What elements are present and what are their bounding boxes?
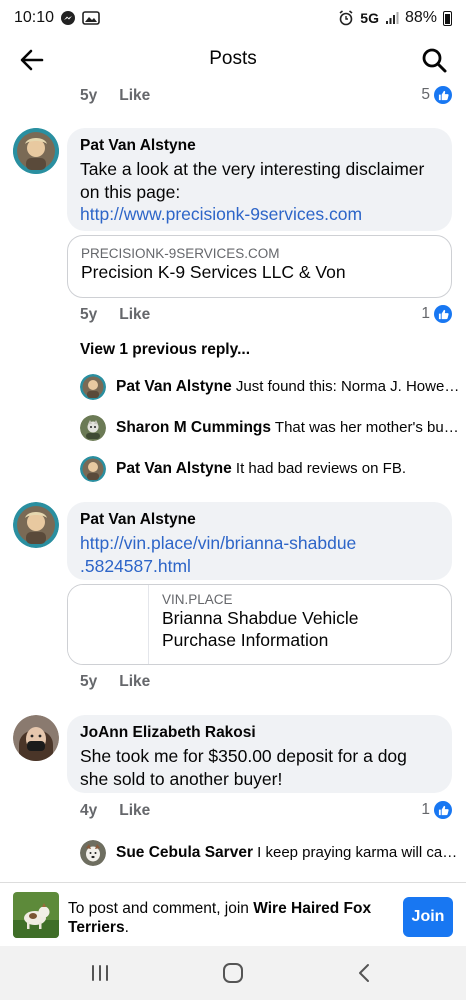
avatar[interactable] [13, 715, 59, 761]
nav-back-icon[interactable] [352, 960, 378, 986]
link-domain: PRECISIONK-9SERVICES.COM [81, 246, 280, 261]
like-link[interactable]: Like [119, 87, 150, 105]
reply-text: Sue Cebula Sarver I keep praying karma w… [116, 844, 460, 862]
avatar[interactable] [13, 128, 59, 174]
network-label: 5G [360, 10, 379, 26]
comment-bubble[interactable]: Pat Van Alstyne Take a look at the very … [67, 128, 452, 231]
link-title: Brianna Shabdue Vehicle Purchase Informat… [162, 607, 442, 651]
reply-author[interactable]: Sue Cebula Sarver [116, 844, 253, 861]
thumbs-up-icon [434, 305, 452, 323]
avatar[interactable] [80, 415, 106, 441]
comment-time: 4y [80, 802, 98, 819]
reply-body: That was her mother's bu… [274, 419, 459, 436]
page-title: Posts [209, 48, 257, 69]
reply-text: Sharon M Cummings That was her mother's … [116, 419, 460, 437]
reaction-summary[interactable]: 5 [421, 86, 452, 104]
reply-author[interactable]: Sharon M Cummings [116, 419, 271, 436]
arrow-left-icon[interactable] [18, 46, 46, 74]
comment-meta: 5y Like [80, 306, 150, 324]
commenter-name[interactable]: Pat Van Alstyne [80, 137, 440, 155]
comment-meta: 5y Like [80, 673, 150, 691]
reply-row[interactable]: Pat Van Alstyne It had bad reviews on FB… [80, 456, 460, 482]
like-link[interactable]: Like [119, 306, 150, 324]
link-line: .5824587.html [80, 555, 191, 576]
comments-feed[interactable]: 5y Like 5 Pat Van Alstyne Take a look at… [0, 82, 466, 882]
join-suffix: . [124, 919, 129, 936]
commenter-name[interactable]: JoAnn Elizabeth Rakosi [80, 724, 440, 742]
link-title: Precision K-9 Services LLC & Von [81, 262, 346, 282]
system-nav-bar [0, 946, 466, 1000]
comment-meta: 5y Like [80, 87, 150, 105]
status-time: 10:10 [14, 9, 55, 26]
link-title-line: Purchase Information [162, 630, 329, 650]
app-header: Posts [0, 36, 466, 82]
reply-text: Pat Van Alstyne Just found this: Norma J… [116, 378, 460, 396]
comment-line: she sold to another buyer! [80, 768, 283, 789]
like-link[interactable]: Like [119, 802, 150, 820]
reply-body: I keep praying karma will cat… [257, 844, 460, 861]
reply-row[interactable]: Sue Cebula Sarver I keep praying karma w… [80, 840, 460, 866]
reply-row[interactable]: Sharon M Cummings That was her mother's … [80, 415, 460, 441]
avatar[interactable] [80, 456, 106, 482]
comment-time: 5y [80, 673, 98, 690]
comment-bubble[interactable]: JoAnn Elizabeth Rakosi She took me for $… [67, 715, 452, 793]
link-domain: VIN.PLACE [162, 592, 233, 607]
reply-body: Just found this: Norma J. Howe… [235, 378, 460, 395]
view-previous-replies[interactable]: View 1 previous reply... [80, 341, 250, 359]
group-thumbnail[interactable] [13, 892, 59, 938]
join-group-bar: To post and comment, join Wire Haired Fo… [0, 882, 466, 946]
avatar[interactable] [13, 502, 59, 548]
reaction-count: 1 [421, 801, 430, 818]
home-icon[interactable] [220, 960, 246, 986]
battery-percent: 88% [404, 9, 437, 26]
comment-line: She took me for $350.00 deposit for a do… [80, 746, 407, 766]
comment-link[interactable]: http://www.precisionk-9services.com [80, 203, 440, 226]
thumbs-up-icon [434, 86, 452, 104]
link-preview-card[interactable]: PRECISIONK-9SERVICES.COM Precision K-9 S… [67, 235, 452, 298]
alarm-icon [338, 10, 354, 26]
reply-author[interactable]: Pat Van Alstyne [116, 460, 232, 477]
reaction-summary[interactable]: 1 [421, 801, 452, 819]
join-prompt: To post and comment, join Wire Haired Fo… [68, 899, 388, 937]
recent-apps-icon[interactable] [87, 960, 113, 986]
reply-text: Pat Van Alstyne It had bad reviews on FB… [116, 460, 460, 478]
comment-text: She took me for $350.00 deposit for a do… [80, 745, 440, 790]
link-line: http://vin.place/vin/brianna-shabdue [80, 533, 357, 553]
signal-icon [385, 11, 399, 25]
comment-time: 5y [80, 87, 98, 104]
search-icon[interactable] [420, 46, 448, 74]
reply-body: It had bad reviews on FB. [235, 460, 406, 477]
comment-bubble[interactable]: Pat Van Alstyne http://vin.place/vin/bri… [67, 502, 452, 580]
gallery-icon [82, 11, 100, 25]
link-thumbnail [68, 585, 149, 664]
reaction-count: 5 [421, 86, 430, 103]
reply-author[interactable]: Pat Van Alstyne [116, 378, 232, 395]
comment-text: Take a look at the very interesting disc… [80, 159, 425, 202]
comment-time: 5y [80, 306, 98, 323]
link-title-line: Brianna Shabdue Vehicle [162, 608, 359, 628]
link-preview-card[interactable]: VIN.PLACE Brianna Shabdue Vehicle Purchas… [67, 584, 452, 665]
like-link[interactable]: Like [119, 673, 150, 691]
comment-link[interactable]: http://vin.place/vin/brianna-shabdue .582… [80, 532, 440, 577]
avatar[interactable] [80, 840, 106, 866]
status-bar: 10:10 5G 88% [0, 0, 466, 36]
messenger-icon [60, 10, 76, 26]
avatar[interactable] [80, 374, 106, 400]
reply-row[interactable]: Pat Van Alstyne Just found this: Norma J… [80, 374, 460, 400]
commenter-name[interactable]: Pat Van Alstyne [80, 511, 440, 529]
join-button[interactable]: Join [403, 897, 453, 937]
comment-meta: 4y Like [80, 802, 150, 820]
reaction-summary[interactable]: 1 [421, 305, 452, 323]
join-prefix: To post and comment, join [68, 900, 254, 917]
battery-icon [443, 10, 452, 26]
reaction-count: 1 [421, 305, 430, 322]
thumbs-up-icon [434, 801, 452, 819]
